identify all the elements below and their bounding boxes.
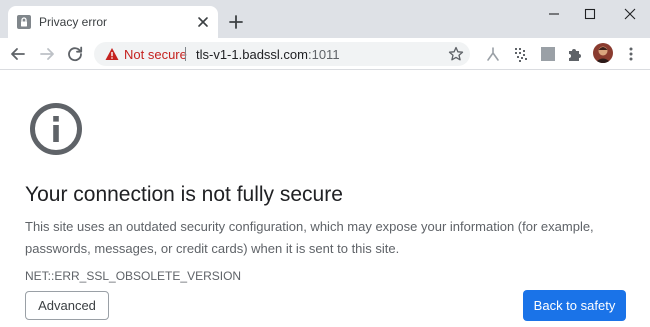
star-icon[interactable] [448,46,464,62]
kebab-icon[interactable] [622,45,640,63]
plus-icon[interactable] [228,14,244,30]
arrow-right-icon[interactable] [38,45,56,63]
info-circle-icon [30,103,82,155]
url-text[interactable]: tls-v1-1.badssl.com:1011 [196,47,340,62]
minimize-icon[interactable] [543,5,565,23]
close-icon[interactable] [196,15,210,29]
security-status-label[interactable]: Not secure [124,47,187,62]
error-code: NET::ERR_SSL_OBSOLETE_VERSION [25,269,242,283]
address-bar[interactable]: Not secure tls-v1-1.badssl.com:1011 [94,42,470,66]
dots-grid-icon[interactable] [512,45,530,63]
tab-title: Privacy error [39,15,108,29]
arrow-left-icon[interactable] [9,45,27,63]
window-close-icon[interactable] [619,5,641,23]
tab-privacy-error[interactable]: Privacy error [8,6,218,38]
reload-icon[interactable] [66,45,84,63]
advanced-button[interactable]: Advanced [25,291,109,320]
browser-toolbar: Not secure tls-v1-1.badssl.com:1011 [0,38,650,70]
profile-avatar[interactable] [593,43,613,63]
tab-strip: Privacy error [0,0,650,38]
maximize-icon[interactable] [579,5,601,23]
back-to-safety-button[interactable]: Back to safety [523,290,626,321]
page-title: Your connection is not fully secure [25,183,343,206]
avatar-image [593,43,613,63]
page-description: This site uses an outdated security conf… [25,219,594,256]
puzzle-icon[interactable] [566,45,584,63]
lock-page-icon [17,15,31,29]
branch-icon[interactable] [484,45,502,63]
url-host: tls-v1-1.badssl.com [196,47,308,62]
gray-square-icon[interactable] [539,45,557,63]
warning-triangle-icon[interactable] [105,47,119,61]
url-port: :1011 [307,47,340,62]
omnibox-divider [185,47,186,61]
